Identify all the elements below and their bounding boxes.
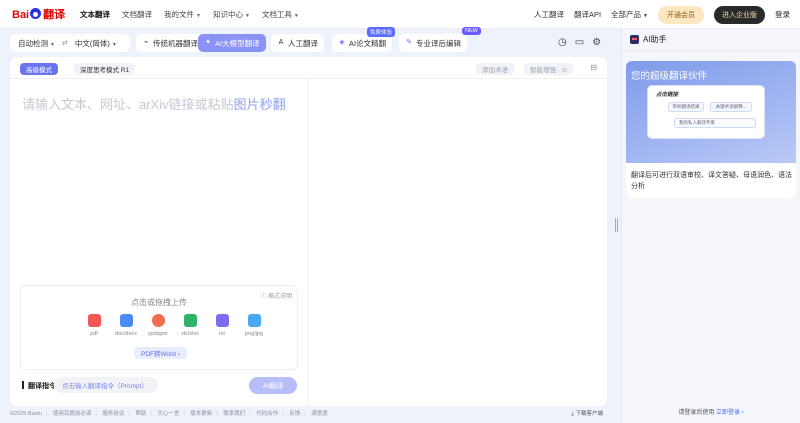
history-clock-icon[interactable]: ◷	[558, 37, 567, 48]
enterprise-button[interactable]: 进入企业版	[714, 5, 765, 24]
mode-ai-llm-translate[interactable]: ✦ AI大模型翻译	[198, 34, 266, 52]
chevron-down-icon: ▼	[50, 41, 55, 48]
prompt-label: 翻译指令	[22, 381, 56, 391]
footer-link[interactable]: 使用百度前必读	[53, 411, 92, 417]
top-nav: Bai 翻译 文本翻译 文档翻译 我的文件 ▼ 知识中心 ▼ 文档工具 ▼ 人工翻译 翻…	[0, 0, 800, 29]
source-language[interactable]: 自动检测 ▼	[18, 38, 55, 49]
editor-header: 高级模式 深度思考模式 R1 添加术语 智能增强 · ⊙ ⊟	[10, 57, 607, 79]
resize-handle[interactable]	[615, 218, 618, 232]
ai-assistant-icon	[630, 35, 639, 44]
translate-editor: 高级模式 深度思考模式 R1 添加术语 智能增强 · ⊙ ⊟ 请输入文本、网址、…	[10, 57, 607, 406]
login-link[interactable]: 登录	[775, 9, 790, 20]
file-type-txt: txt	[211, 314, 233, 337]
chevron-down-icon: ▼	[293, 13, 299, 19]
footer: ©2025 Baidu | 使用百度前必读 | 服务协议 | 帮助 | 文心一言 | 版本…	[10, 409, 607, 421]
card-description: 翻译后可进行双语审校、译文答疑、母语润色、语法分析	[631, 172, 792, 190]
footer-link[interactable]: 服务协议	[102, 411, 124, 417]
image-icon	[247, 314, 261, 327]
vip-button[interactable]: 开通会员	[658, 5, 704, 24]
advanced-mode-tab[interactable]: 高级模式	[20, 63, 58, 75]
chevron-down-icon: ▼	[643, 13, 648, 19]
file-type-image: png/jpg	[243, 314, 265, 337]
nav-all-products[interactable]: 全部产品 ▼	[611, 9, 648, 20]
feature-illustration: 点击链接 审校翻译结果 关键术语解释... 我的私人翻译专家	[647, 85, 765, 139]
language-selector[interactable]: 自动检测 ▼ ⇄ 中文(简体) ▼	[10, 34, 130, 52]
nav-translate-api[interactable]: 翻译API	[574, 9, 601, 20]
footer-link[interactable]: 联系我们	[223, 411, 245, 417]
file-upload-area[interactable]: ⓘ 格式说明 点击或拖拽上传 pdf doc/docx ppt/pptx xls…	[20, 285, 298, 370]
illustration-row: 我的私人翻译专家	[674, 118, 756, 128]
nav-human-translate[interactable]: 人工翻译	[534, 9, 564, 20]
folder-icon[interactable]: ▭	[575, 37, 584, 48]
mode-post-edit[interactable]: ✎ 专业译后编辑	[399, 34, 467, 52]
footer-link[interactable]: 代码合作	[256, 411, 278, 417]
target-language[interactable]: 中文(简体) ▼	[75, 38, 117, 49]
ai-translate-button[interactable]: AI翻译	[249, 377, 297, 394]
chevron-down-icon: ▼	[196, 13, 201, 19]
machine-icon: ⌁	[143, 39, 149, 46]
mode-human-translate[interactable]: A 人工翻译	[271, 34, 324, 52]
file-type-ppt: ppt/pptx	[147, 314, 169, 337]
illustration-title: 点击链接	[656, 92, 679, 98]
chevron-down-icon: ▼	[111, 41, 117, 48]
footer-link[interactable]: 版本更新	[190, 411, 212, 417]
nav-my-files[interactable]: 我的文件 ▼	[164, 9, 201, 20]
pdf-to-word-button[interactable]: PDF转Word ›	[134, 347, 187, 359]
copyright: ©2025 Baidu	[10, 411, 42, 417]
image-translate-link[interactable]: 图片秒翻	[234, 97, 286, 112]
nav-knowledge[interactable]: 知识中心 ▼	[213, 9, 250, 20]
ppt-icon	[151, 314, 165, 327]
swap-language-icon[interactable]: ⇄	[62, 39, 68, 47]
pdf-icon	[87, 314, 101, 327]
source-text-input[interactable]: 请输入文本、网址、arXiv链接或粘贴图片秒翻	[22, 94, 286, 113]
illustration-chip: 审校翻译结果	[668, 102, 704, 112]
gear-icon[interactable]: ⚙	[592, 37, 601, 48]
footer-links: ©2025 Baidu | 使用百度前必读 | 服务协议 | 帮助 | 文心一言 | 版本…	[10, 411, 328, 417]
card-title: 您的超级翻译伙伴	[631, 71, 708, 82]
deep-thinking-mode-tab[interactable]: 深度思考模式 R1	[74, 63, 136, 75]
footer-link[interactable]: 帮助	[135, 411, 146, 417]
collapse-icon[interactable]: ⊟	[590, 63, 597, 72]
footer-link[interactable]: 文心一言	[157, 411, 179, 417]
assistant-header: AI助手	[622, 29, 800, 51]
translate-icon: A	[278, 39, 284, 46]
footer-link[interactable]: 满意度	[311, 411, 328, 417]
editor-divider	[307, 79, 308, 406]
mode-machine-translate[interactable]: ⌁ 传统机器翻译	[136, 34, 204, 52]
upload-title: 点击或拖拽上传	[131, 298, 187, 307]
layers-icon: ◈	[339, 39, 345, 46]
xls-icon	[183, 314, 197, 327]
add-term-button[interactable]: 添加术语	[476, 63, 514, 75]
chevron-down-icon: ▼	[244, 13, 250, 19]
card-banner: 您的超级翻译伙伴 点击链接 审校翻译结果 关键术语解释... 我的私人翻译专家	[626, 61, 796, 163]
smart-enhance-toggle[interactable]: 智能增强 · ⊙	[524, 63, 574, 75]
main-nav-links: 文本翻译 文档翻译 我的文件 ▼ 知识中心 ▼ 文档工具 ▼	[80, 0, 299, 29]
ai-sparkle-icon: ✦	[205, 39, 211, 46]
nav-right: 人工翻译 翻译API 全部产品 ▼ 开通会员 进入企业版 登录	[534, 0, 790, 29]
doc-icon	[119, 314, 133, 327]
illustration-chip: 关键术语解释...	[710, 102, 752, 112]
file-type-xls: xls/xlsx	[179, 314, 201, 337]
login-now-link[interactable]: 立即登录 ›	[716, 410, 744, 416]
nav-doc-translate[interactable]: 文档翻译	[122, 9, 152, 20]
nav-text-translate[interactable]: 文本翻译	[80, 9, 110, 20]
assistant-intro-card: 您的超级翻译伙伴 点击链接 审校翻译结果 关键术语解释... 我的私人翻译专家 …	[626, 61, 796, 198]
file-type-list: pdf doc/docx ppt/pptx xls/xlsx txt png/j…	[83, 314, 265, 337]
file-type-doc: doc/docx	[115, 314, 137, 337]
baidu-paw-icon	[30, 8, 42, 19]
assistant-login-prompt: 请登录后使用 立即登录 ›	[678, 410, 744, 416]
file-type-pdf: pdf	[83, 314, 105, 337]
txt-icon	[215, 314, 229, 327]
nav-doc-tools[interactable]: 文档工具 ▼	[262, 9, 299, 20]
translate-toolbar: 自动检测 ▼ ⇄ 中文(简体) ▼ ⌁ 传统机器翻译 ✦ AI大模型翻译 A 人工翻译 ◈…	[10, 27, 607, 52]
pen-icon: ✎	[406, 39, 412, 46]
prompt-input[interactable]: 点击输入翻译指令（Prompt）	[54, 377, 158, 393]
ai-assistant-panel: AI助手 您的超级翻译伙伴 点击链接 审校翻译结果 关键术语解释... 我的私人…	[621, 29, 800, 423]
baidu-translate-logo[interactable]: Bai 翻译	[12, 6, 65, 22]
download-client-link[interactable]: ⤓ 下载客户端	[572, 409, 603, 418]
free-trial-badge: 免费体验	[367, 27, 396, 37]
footer-link[interactable]: 反馈	[289, 411, 300, 417]
new-badge: NEW	[462, 27, 481, 35]
